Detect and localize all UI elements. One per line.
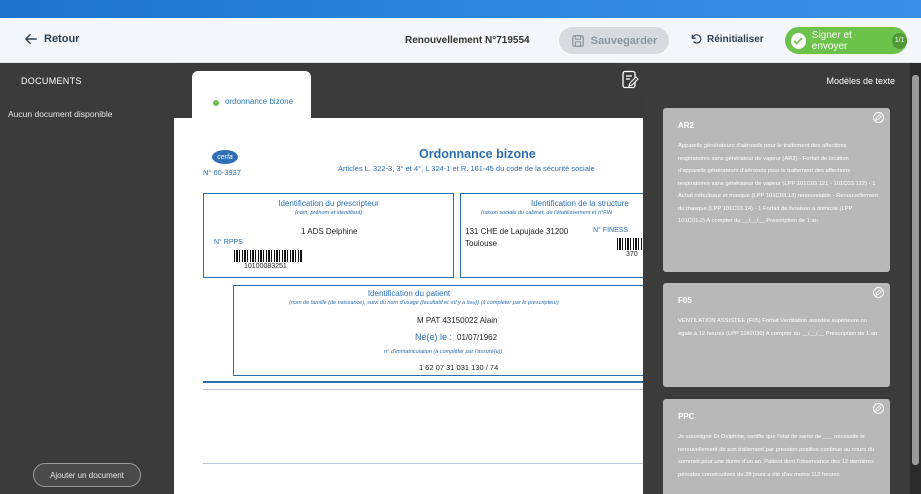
tab-ordonnance-bizone[interactable]: ordonnance bizone [192, 71, 311, 119]
save-button[interactable]: Sauvegarder [559, 27, 669, 54]
templates-toggle[interactable] [615, 63, 644, 96]
template-code: PPC [678, 412, 695, 421]
patient-box: Identification du patient (nom de famill… [233, 285, 643, 376]
arrow-left-icon [25, 33, 37, 45]
structure-address-line2[interactable]: Toulouse [465, 239, 497, 248]
scrollbar-thumb[interactable] [912, 75, 919, 465]
check-icon [791, 32, 806, 49]
rpps-barcode [234, 250, 302, 262]
prescriber-box: Identification du prescripteur (nom, pré… [203, 193, 454, 278]
birth-label: Né(e) le : [415, 332, 453, 342]
text-templates-panel: Modèles de texte AR2 Appareils générateu… [643, 63, 910, 494]
immat-hint: n° d'immatriculation (à compléter par l'… [384, 349, 503, 355]
save-label: Sauvegarder [590, 34, 658, 47]
form-page: cerfa N° 60-3937 Ordonnance bizone Artic… [174, 118, 644, 494]
templates-scrollbar[interactable] [910, 63, 921, 494]
template-card[interactable]: F05 VENTILATION ASSISTEE (F05) Forfait V… [663, 283, 890, 387]
sign-count-badge: 1/1 [892, 32, 907, 49]
page-title: Renouvellement N°719554 [405, 35, 530, 46]
patient-name[interactable]: M PAT 43150022 Alain [417, 316, 498, 325]
rpps-label: N° RPPS [214, 239, 243, 246]
template-text: VENTILATION ASSISTEE (F05) Forfait Venti… [678, 318, 878, 337]
reset-label: Réinitialiser [707, 33, 764, 45]
template-text: Appareils générateurs d'aérosols pour le… [678, 143, 879, 224]
back-button[interactable]: Retour [24, 32, 79, 46]
reset-button[interactable]: Réinitialiser [690, 33, 764, 45]
cerfa-logo: cerfa [212, 150, 238, 164]
section-divider [203, 381, 643, 383]
patient-hint: (nom de famille (de naissance), suivi du… [289, 300, 559, 306]
pencil-icon[interactable] [873, 403, 884, 414]
template-code: AR2 [678, 121, 695, 130]
floppy-disk-icon [571, 34, 584, 47]
template-text: Je soussigné Dr Delphine, certifie que l… [678, 434, 875, 478]
sign-and-send-button[interactable]: Signer et envoyer 1/1 [785, 27, 907, 54]
template-card[interactable]: PPC Je soussigné Dr Delphine, certifie q… [663, 399, 890, 494]
section-divider-thin [203, 463, 643, 464]
prescriber-name[interactable]: 1 ADS Delphine [301, 227, 357, 236]
finess-barcode [617, 238, 644, 250]
form-subtitle: Articles L. 322-3, 3° et 4°, L 324-1 et … [338, 164, 595, 173]
cerfa-number: N° 60-3937 [203, 168, 242, 177]
prescriber-hint: (nom, prénom et identifiant) [294, 210, 363, 216]
immat-value[interactable]: 1 62 07 31 031 130 / 74 [419, 363, 498, 372]
rotate-left-icon [691, 34, 702, 44]
form-title: Ordonnance bizone [419, 147, 536, 161]
tab-label: ordonnance bizone [225, 97, 294, 106]
tab-status-dot [211, 98, 221, 108]
finess-value: 370 [626, 251, 638, 258]
structure-hint: (raison sociale du cabinet, de l'établis… [481, 210, 613, 216]
empty-documents-text: Aucun document disponible [8, 109, 113, 119]
back-label: Retour [44, 33, 80, 45]
document-edit-icon [621, 70, 639, 88]
finess-label: N° FINESS [593, 227, 629, 234]
structure-box: Identification de la structure (raison s… [460, 193, 644, 278]
template-code: F05 [678, 296, 692, 305]
documents-title: DOCUMENTS [21, 76, 82, 86]
prescriber-title: Identification du prescripteur [278, 199, 379, 208]
birth-value[interactable]: 01/07/1962 [457, 333, 497, 342]
document-viewer: ordonnance bizone cerfa N° 60-3937 Ordon… [174, 63, 644, 494]
templates-title: Modèles de texte [826, 76, 895, 86]
structure-address-line1[interactable]: 131 CHE de Lapujade 31200 [465, 227, 568, 236]
sign-label: Signer et envoyer [811, 29, 852, 52]
documents-panel: DOCUMENTS Aucun document disponible Ajou… [0, 63, 174, 494]
section-divider-thin [203, 389, 643, 390]
add-document-button[interactable]: Ajouter un document [33, 463, 141, 487]
template-card[interactable]: AR2 Appareils générateurs d'aérosols pou… [663, 108, 890, 272]
patient-title: Identification du patient [367, 289, 451, 298]
rpps-value: 10100083251 [244, 263, 287, 270]
top-toolbar: Retour Renouvellement N°719554 Sauvegard… [0, 18, 921, 63]
structure-title: Identification de la structure [531, 199, 629, 208]
pencil-icon[interactable] [873, 112, 884, 123]
pencil-icon[interactable] [873, 287, 884, 298]
top-accent-strip [0, 0, 921, 18]
